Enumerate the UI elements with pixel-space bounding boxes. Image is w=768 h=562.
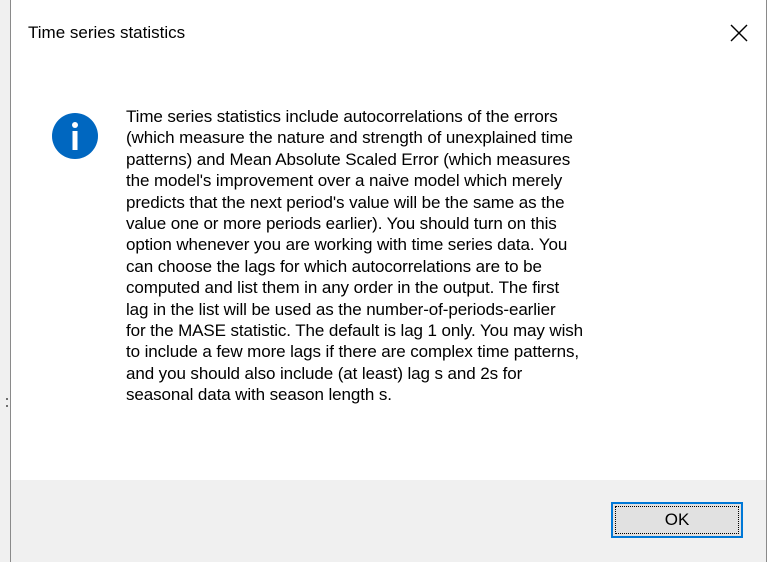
message-dialog: Time series statistics Time series stati… xyxy=(10,0,767,562)
screen: Time series statistics Time series stati… xyxy=(0,0,768,562)
ok-button[interactable]: OK xyxy=(611,502,743,538)
info-icon xyxy=(52,113,98,159)
ok-button-label: OK xyxy=(664,510,690,529)
close-button[interactable] xyxy=(712,0,766,66)
dialog-footer: OK xyxy=(11,480,766,562)
dialog-title-bar[interactable]: Time series statistics xyxy=(11,0,766,66)
dialog-message: Time series statistics include autocorre… xyxy=(126,107,584,405)
dialog-body: Time series statistics include autocorre… xyxy=(11,66,766,480)
background-tick-mark xyxy=(6,405,8,407)
background-tick-mark xyxy=(6,398,8,400)
background-window-edge xyxy=(0,0,10,562)
dialog-title: Time series statistics xyxy=(28,23,186,42)
close-icon xyxy=(730,24,748,42)
